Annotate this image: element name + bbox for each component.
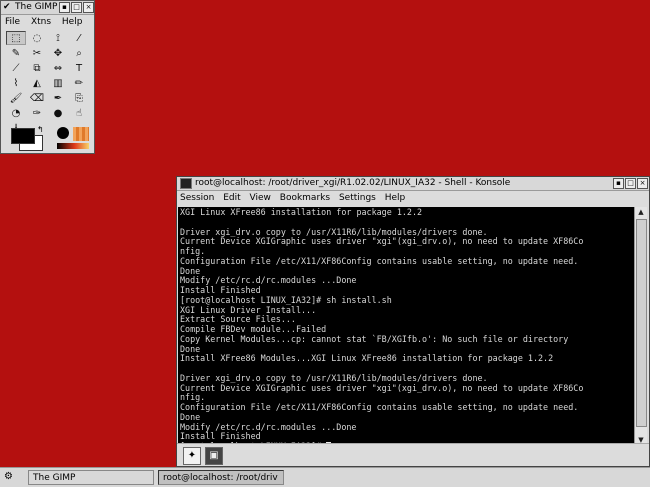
task-gimp[interactable]: The GIMP xyxy=(28,470,154,485)
magnify-icon[interactable]: ⌕ xyxy=(69,46,89,60)
flip-icon[interactable]: ⇔ xyxy=(48,61,68,75)
terminal-output[interactable]: XGI Linux XFree86 installation for packa… xyxy=(178,207,634,445)
bucket-fill-icon[interactable]: ◭ xyxy=(27,76,47,90)
text-icon[interactable]: T xyxy=(69,61,89,75)
eraser-icon[interactable]: ⌫ xyxy=(27,91,47,105)
swap-colors-icon[interactable]: ↰ xyxy=(37,125,44,134)
convolve-icon[interactable]: ◔ xyxy=(6,106,26,120)
terminal-app-icon[interactable] xyxy=(180,178,192,189)
rect-select-icon[interactable]: ⬚ xyxy=(6,31,26,45)
pattern-preview[interactable] xyxy=(73,127,89,141)
airbrush-icon[interactable]: ✒ xyxy=(48,91,68,105)
menu-help[interactable]: Help xyxy=(62,17,83,27)
minimize-icon[interactable]: ▪ xyxy=(613,178,624,189)
gimp-menubar: File Xtns Help xyxy=(1,15,94,29)
color-area: ↰ xyxy=(5,125,91,151)
close-icon[interactable]: × xyxy=(637,178,648,189)
dodge-icon[interactable]: ● xyxy=(48,106,68,120)
smudge-icon[interactable]: ☝ xyxy=(69,106,89,120)
menu-session[interactable]: Session xyxy=(180,193,214,203)
menu-xtns[interactable]: Xtns xyxy=(31,17,51,27)
tool-grid: ⬚◌⟟⁄✎✂✥⌕⟋⧉⇔T⌇◭▥✏🖌⌫✒⎘◔✑●☝⅄ xyxy=(6,31,90,135)
maximize-icon[interactable]: □ xyxy=(625,178,636,189)
task-label-konsole: root@localhost: /root/driv xyxy=(163,473,278,483)
terminal-line: Configuration File /etc/X11/XF86Config c… xyxy=(180,255,579,266)
terminal-scrollbar[interactable]: ▲ ▼ xyxy=(634,207,647,445)
color-picker-icon[interactable]: ⌇ xyxy=(6,76,26,90)
window-menu-icon[interactable]: ✔ xyxy=(3,1,11,14)
bezier-select-icon[interactable]: ✎ xyxy=(6,46,26,60)
close-icon[interactable]: × xyxy=(83,2,94,13)
foreground-color-swatch[interactable] xyxy=(11,128,35,144)
clone-icon[interactable]: ⎘ xyxy=(69,91,89,105)
konsole-titlebar[interactable]: root@localhost: /root/driver_xgi/R1.02.0… xyxy=(177,177,649,191)
ellipse-select-icon[interactable]: ◌ xyxy=(27,31,47,45)
menu-view[interactable]: View xyxy=(250,193,271,203)
konsole-title: root@localhost: /root/driver_xgi/R1.02.0… xyxy=(195,178,511,188)
menu-bookmarks[interactable]: Bookmarks xyxy=(280,193,330,203)
menu-file[interactable]: File xyxy=(5,17,20,27)
scroll-up-icon[interactable]: ▲ xyxy=(635,207,647,217)
scrollbar-thumb[interactable] xyxy=(636,219,647,427)
session-tab-shell-icon[interactable]: ▣ xyxy=(205,447,223,465)
terminal-line: Current Device XGIGraphic uses driver "x… xyxy=(180,236,584,247)
magic-wand-icon[interactable]: ⁄ xyxy=(69,31,89,45)
crop-icon[interactable]: ⟋ xyxy=(6,61,26,75)
konsole-menubar: Session Edit View Bookmarks Settings Hel… xyxy=(177,191,649,205)
session-tabbar: ✦ ▣ xyxy=(177,443,649,466)
gimp-titlebar[interactable]: ✔ The GIMP ▪ □ × xyxy=(1,1,94,15)
kde-menu-icon[interactable]: ⚙ xyxy=(4,471,13,482)
lasso-icon[interactable]: ⟟ xyxy=(48,31,68,45)
terminal-line: Install XFree86 Modules...XGI Linux XFre… xyxy=(180,353,554,364)
scissors-icon[interactable]: ✂ xyxy=(27,46,47,60)
taskbar: ⚙ The GIMP root@localhost: /root/driv xyxy=(0,467,650,487)
menu-help[interactable]: Help xyxy=(385,193,406,203)
terminal-line: XGI Linux XFree86 installation for packa… xyxy=(180,207,423,217)
menu-settings[interactable]: Settings xyxy=(339,193,376,203)
ink-icon[interactable]: ✑ xyxy=(27,106,47,120)
gimp-title: The GIMP xyxy=(15,2,58,12)
terminal-line: Current Device XGIGraphic uses driver "x… xyxy=(180,382,584,393)
konsole-window: root@localhost: /root/driver_xgi/R1.02.0… xyxy=(176,176,650,467)
gimp-toolbox-window: ✔ The GIMP ▪ □ × File Xtns Help ⬚ ◌ ⟟ ⁄ ✎ ✂ ✥ ⌕… xyxy=(0,0,95,154)
pencil-icon[interactable]: ✏ xyxy=(69,76,89,90)
transform-icon[interactable]: ⧉ xyxy=(27,61,47,75)
menu-edit[interactable]: Edit xyxy=(223,193,240,203)
paintbrush-icon[interactable]: 🖌 xyxy=(6,91,26,105)
terminal-line: Copy Kernel Modules...cp: cannot stat `F… xyxy=(180,333,569,344)
maximize-icon[interactable]: □ xyxy=(71,2,82,13)
blend-icon[interactable]: ▥ xyxy=(48,76,68,90)
task-label-gimp: The GIMP xyxy=(33,473,76,483)
task-konsole[interactable]: root@localhost: /root/driv xyxy=(158,470,284,485)
brush-preview[interactable] xyxy=(57,127,69,139)
gradient-preview[interactable] xyxy=(57,143,89,149)
new-session-icon[interactable]: ✦ xyxy=(183,447,201,465)
terminal-line: Configuration File /etc/X11/XF86Config c… xyxy=(180,402,579,412)
minimize-icon[interactable]: ▪ xyxy=(59,2,70,13)
move-icon[interactable]: ✥ xyxy=(48,46,68,60)
